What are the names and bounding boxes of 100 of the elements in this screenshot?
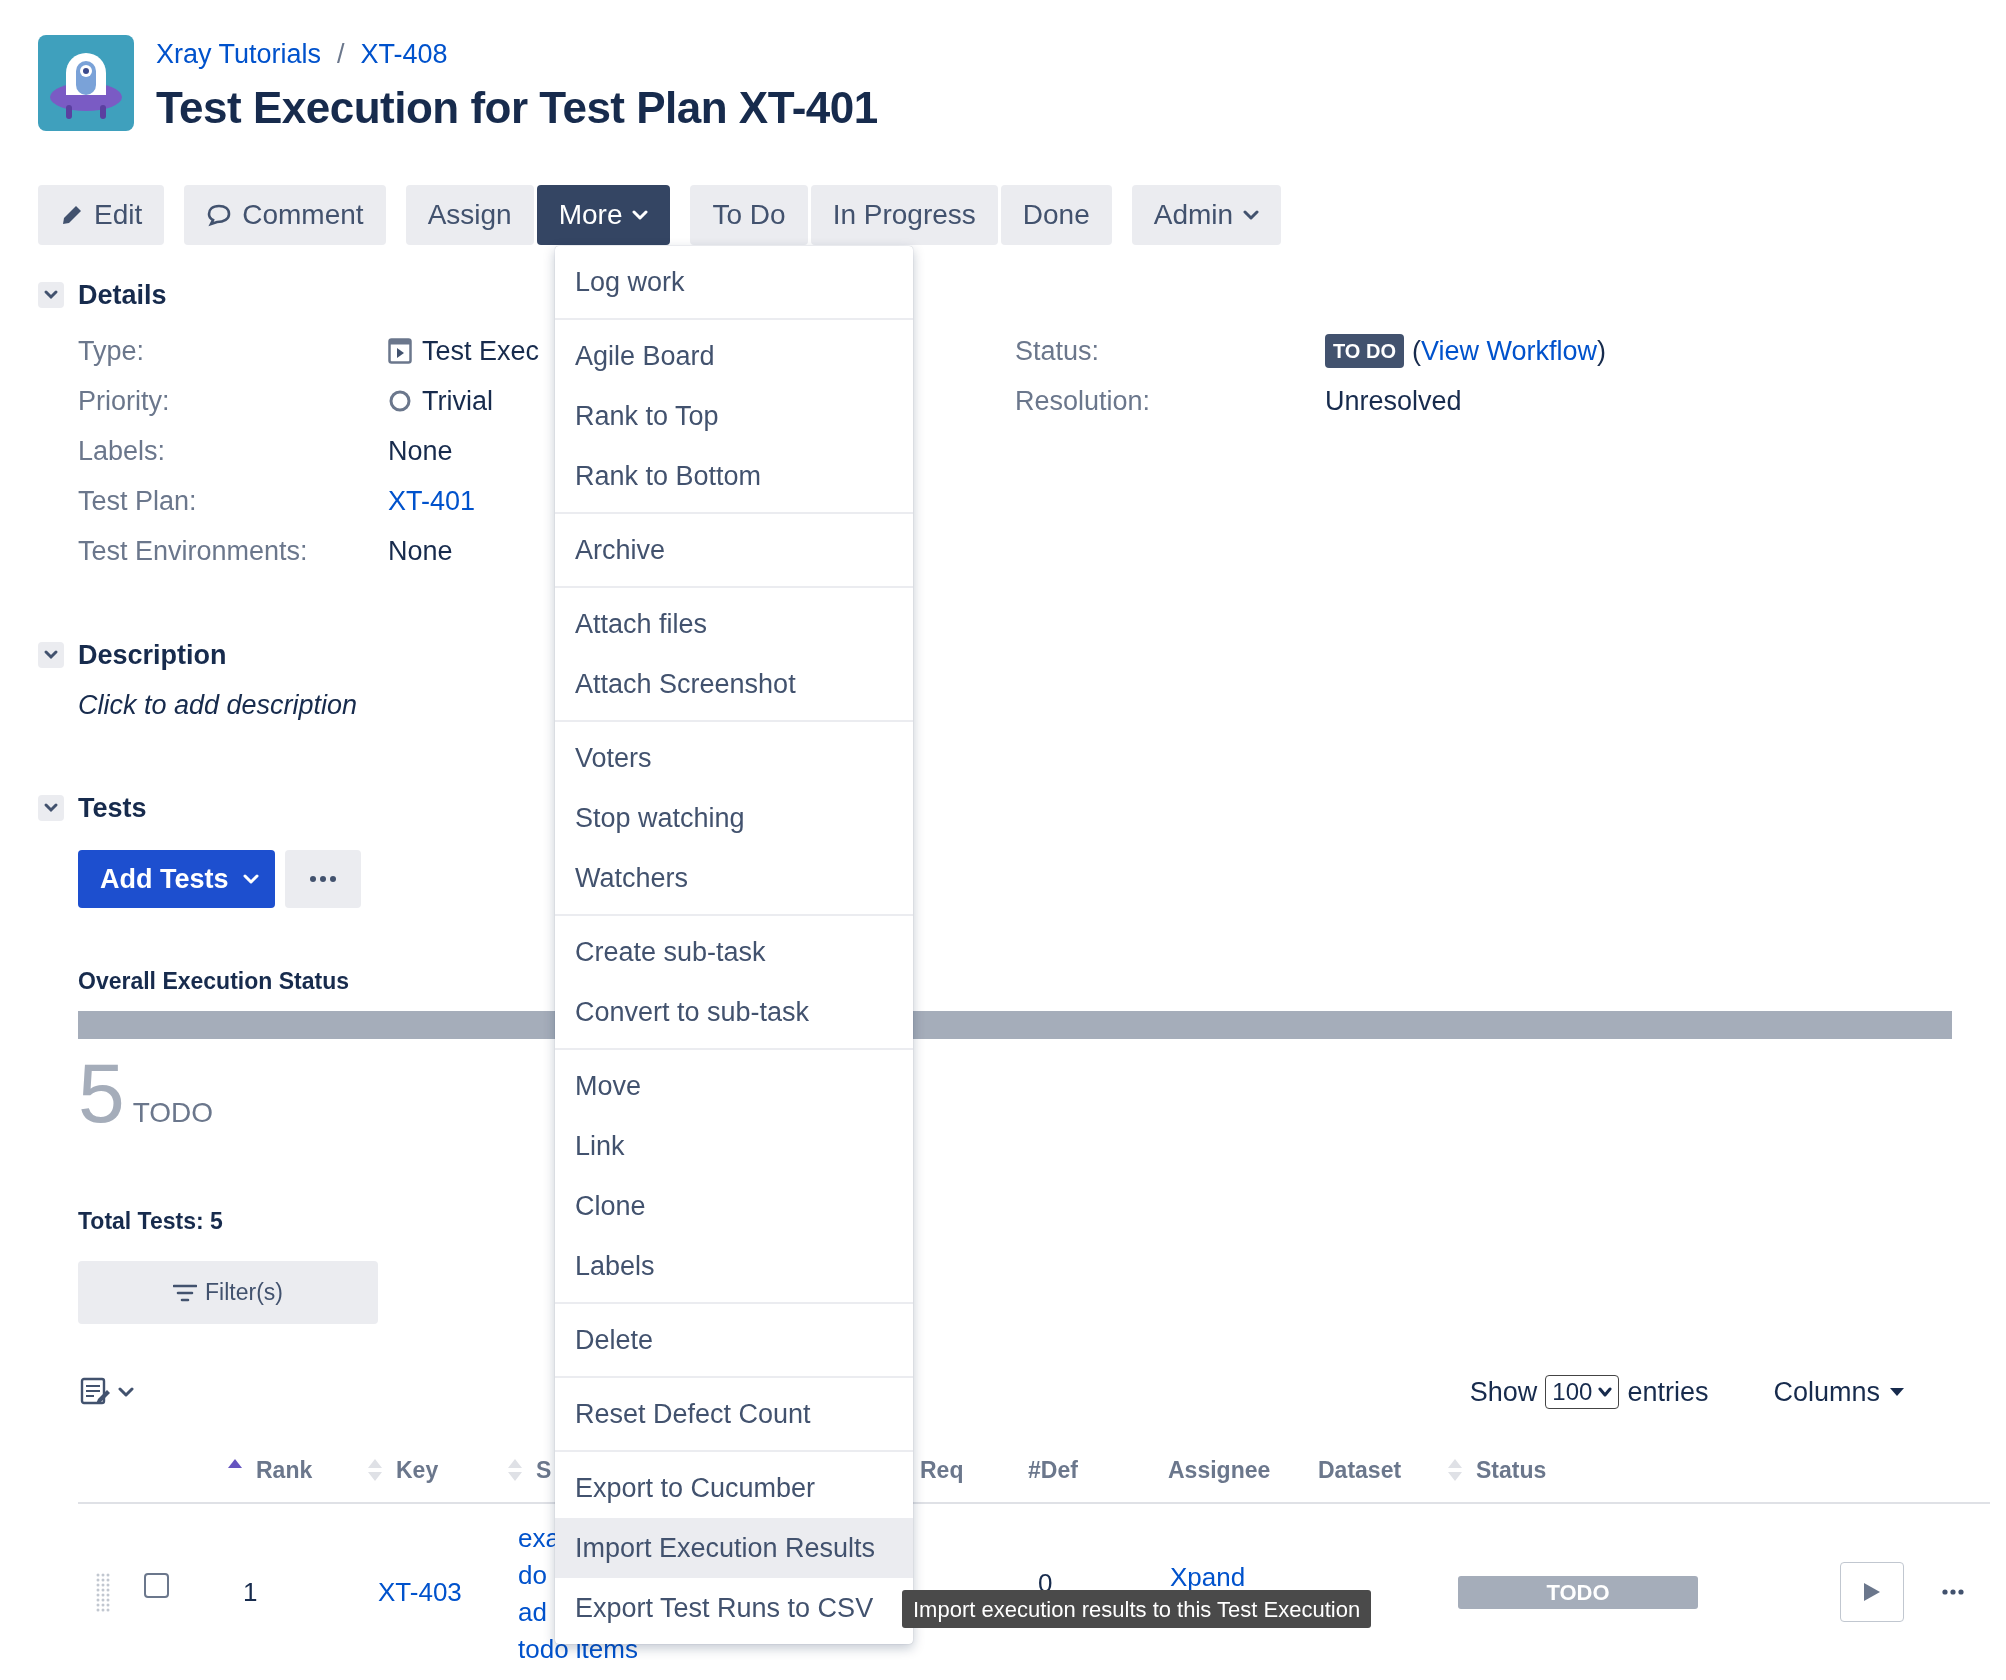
field-label: Priority:	[78, 384, 171, 418]
breadcrumb-separator: /	[337, 38, 345, 71]
workflow-link[interactable]: View Workflow	[1420, 330, 1598, 372]
column-header[interactable]: #Def	[1028, 1452, 1078, 1488]
toolbar-button[interactable]: Edit	[38, 185, 165, 245]
summary-link-line[interactable]: ad	[518, 1594, 547, 1631]
field-value: Trivial	[422, 384, 493, 418]
show-label: Show	[1469, 1375, 1538, 1409]
collapse-toggle[interactable]	[38, 795, 64, 821]
list-edit-icon[interactable]	[80, 1377, 110, 1407]
parenthesis: )	[1597, 334, 1607, 368]
toolbar-button[interactable]: Done	[1000, 185, 1112, 245]
toolbar-button[interactable]: Assign	[405, 185, 534, 245]
field-value: None	[388, 534, 453, 568]
menu-item[interactable]: Watchers	[555, 848, 913, 908]
column-header[interactable]: Status	[1476, 1452, 1547, 1488]
run-test-button[interactable]	[1840, 1562, 1904, 1622]
field-label: Test Environments:	[78, 534, 309, 568]
menu-item[interactable]: Export to Cucumber	[555, 1458, 913, 1518]
menu-item[interactable]: Stop watching	[555, 788, 913, 848]
status-tag: TO DO	[1325, 334, 1404, 368]
page-title: Test Execution for Test Plan XT-401	[156, 82, 878, 134]
columns-button[interactable]: Columns	[1773, 1371, 1904, 1413]
field-label: Labels:	[78, 434, 167, 468]
more-button[interactable]	[284, 850, 361, 908]
menu-item[interactable]: Attach Screenshot	[555, 654, 913, 714]
menu-item[interactable]: Create sub-task	[555, 922, 913, 982]
field-label: Status:	[1015, 334, 1101, 368]
chevron-down-icon	[632, 209, 649, 221]
test-execution-icon	[388, 338, 412, 364]
breadcrumb-link[interactable]: XT-408	[360, 36, 448, 72]
menu-item[interactable]: Link	[555, 1116, 913, 1176]
field-label: Test Plan:	[78, 484, 198, 518]
filter-button[interactable]: Filter(s)	[78, 1261, 378, 1324]
column-header[interactable]: Assignee	[1168, 1452, 1271, 1488]
toolbar-button[interactable]: In Progress	[810, 185, 998, 245]
tooltip: Import execution results to this Test Execution	[902, 1590, 1372, 1628]
menu-item[interactable]: Rank to Bottom	[555, 446, 913, 506]
play-icon	[1863, 1582, 1881, 1602]
description-hint[interactable]: Click to add description	[78, 680, 358, 730]
count-label: TODO	[132, 1096, 214, 1130]
menu-item[interactable]: Attach files	[555, 594, 913, 654]
row-checkbox[interactable]	[144, 1572, 169, 1598]
breadcrumb-link[interactable]: Xray Tutorials	[156, 36, 322, 72]
total-tests-label: Total Tests: 5	[78, 1208, 223, 1234]
rank-value: 1	[243, 1576, 258, 1607]
menu-item[interactable]: Archive	[555, 520, 913, 580]
menu-item[interactable]: Log work	[555, 252, 913, 312]
menu-item[interactable]: Reset Defect Count	[555, 1384, 913, 1444]
column-header[interactable]: Req	[920, 1452, 964, 1488]
status-tag: TODO	[1458, 1575, 1698, 1609]
caret-down-icon	[1890, 1388, 1904, 1396]
collapse-toggle[interactable]	[38, 282, 64, 308]
menu-item[interactable]: Import Execution Results	[555, 1518, 913, 1578]
menu-item[interactable]: Convert to sub-task	[555, 982, 913, 1042]
field-value: Unresolved	[1325, 384, 1462, 418]
section-title: Tests	[78, 791, 147, 825]
toolbar-button[interactable]: Admin	[1131, 185, 1282, 245]
menu-item[interactable]: Move	[555, 1056, 913, 1116]
column-header[interactable]: Dataset	[1318, 1452, 1402, 1488]
ellipsis-icon[interactable]	[1942, 1589, 1964, 1595]
chevron-down-icon	[118, 1386, 134, 1398]
column-header[interactable]: Key	[396, 1452, 439, 1488]
issue-key-link[interactable]: XT-403	[378, 1576, 462, 1607]
chevron-down-icon	[242, 873, 259, 885]
chevron-down-icon	[1598, 1386, 1613, 1398]
field-link[interactable]: XT-401	[388, 480, 476, 522]
menu-item[interactable]: Clone	[555, 1176, 913, 1236]
toolbar-button[interactable]: More	[536, 185, 671, 245]
test-count: 5	[78, 1051, 125, 1136]
toolbar-button[interactable]: To Do	[690, 185, 808, 245]
collapse-toggle[interactable]	[38, 642, 64, 668]
assignee-link[interactable]: Xpand	[1170, 1562, 1246, 1592]
entries-select[interactable]: 100	[1545, 1375, 1620, 1409]
entries-label: entries	[1627, 1375, 1709, 1409]
pencil-icon	[60, 203, 84, 227]
field-label: Resolution:	[1015, 384, 1152, 418]
column-header[interactable]: S	[536, 1452, 552, 1488]
section-title: Details	[78, 278, 167, 312]
column-header[interactable]: Rank	[256, 1452, 313, 1488]
filter-icon	[173, 1282, 198, 1303]
menu-item[interactable]: Labels	[555, 1236, 913, 1296]
toolbar-button[interactable]: Comment	[184, 185, 386, 245]
field-value: Test Exec	[422, 334, 540, 368]
menu-item[interactable]: Delete	[555, 1310, 913, 1370]
field-value: None	[388, 434, 453, 468]
summary-link-line[interactable]: do	[518, 1557, 547, 1594]
menu-item[interactable]: Voters	[555, 728, 913, 788]
ellipsis-icon	[309, 876, 336, 882]
speech-bubble-icon	[206, 203, 233, 227]
chevron-down-icon	[1243, 209, 1260, 221]
field-label: Type:	[78, 334, 146, 368]
menu-item[interactable]: Rank to Top	[555, 386, 913, 446]
section-title: Description	[78, 638, 227, 672]
parenthesis: (	[1411, 334, 1421, 368]
add-tests-button[interactable]: Add Tests	[78, 850, 275, 908]
circle-icon	[388, 389, 412, 413]
menu-item[interactable]: Agile Board	[555, 326, 913, 386]
drag-handle-icon[interactable]	[96, 1572, 110, 1612]
overall-status-label: Overall Execution Status	[78, 968, 349, 994]
